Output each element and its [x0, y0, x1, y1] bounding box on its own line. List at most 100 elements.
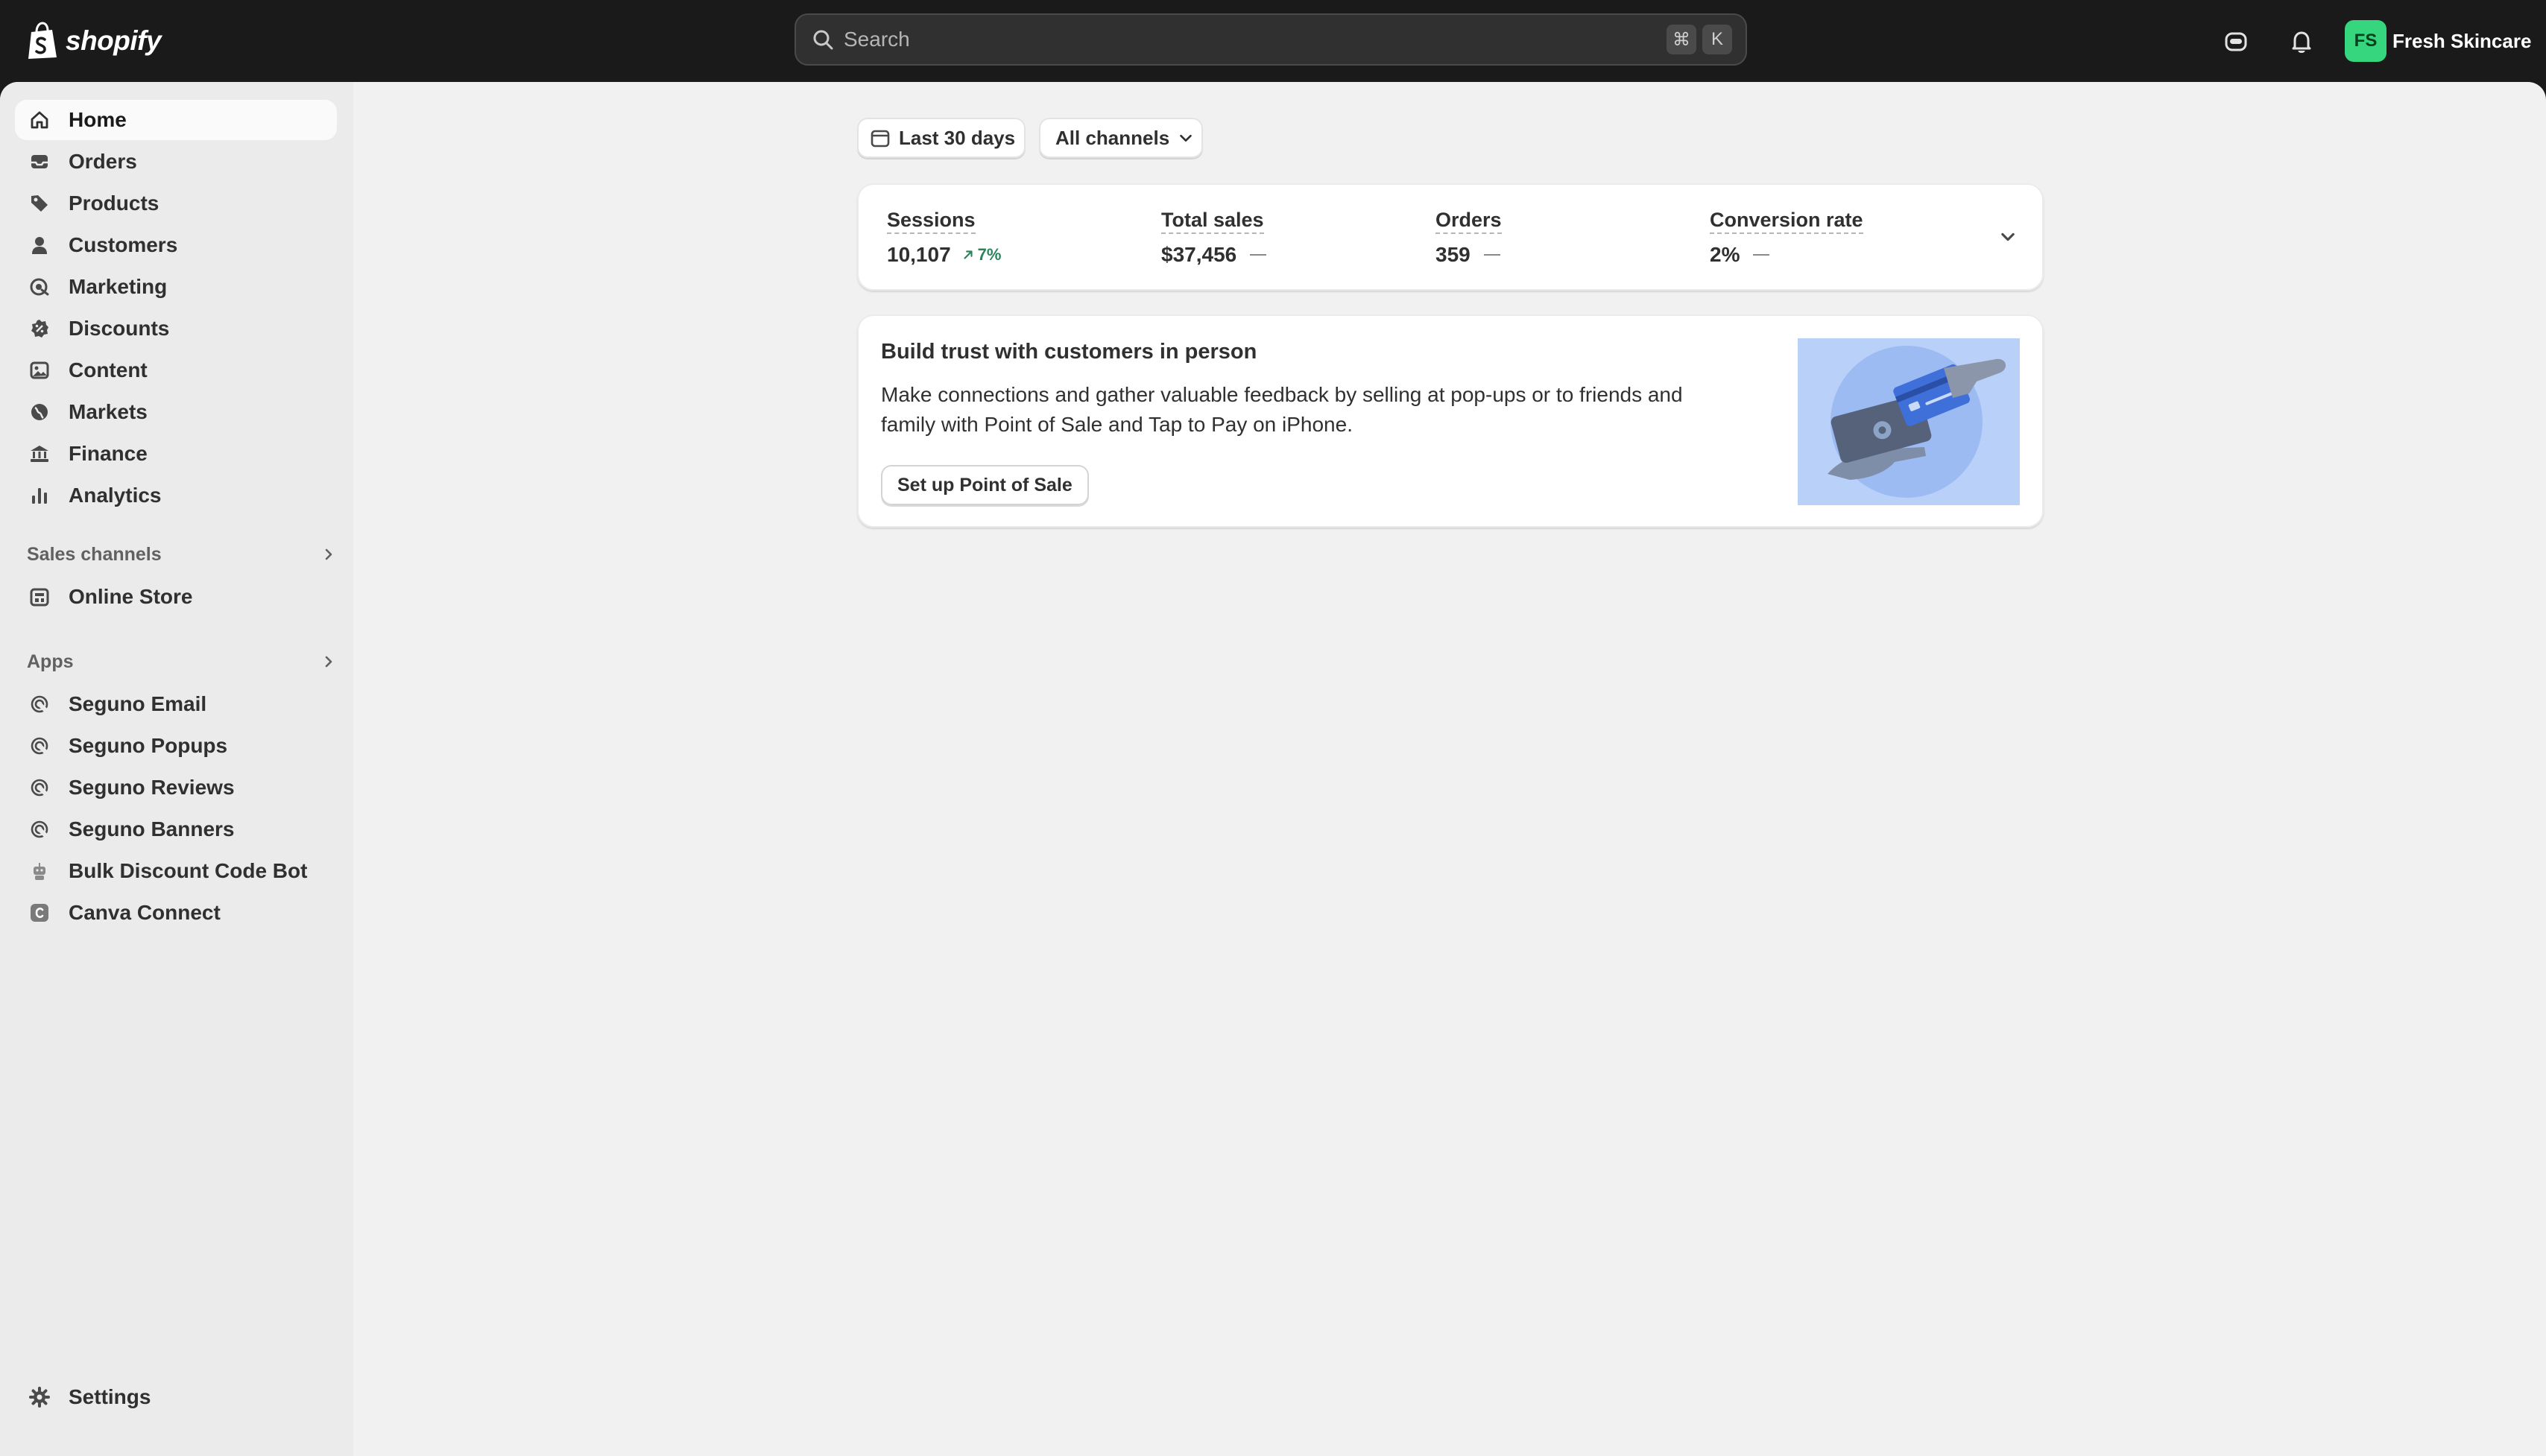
sidebar-item-label: Seguno Popups	[69, 734, 228, 757]
seguno-icon	[27, 691, 52, 717]
gear-icon	[27, 1384, 52, 1410]
sidebar-item-seguno-email[interactable]: Seguno Email	[15, 684, 337, 724]
sidebar-item-label: Content	[69, 358, 148, 382]
inbox-icon	[27, 149, 52, 174]
no-change-dash	[1753, 254, 1770, 256]
sidebar-item-label: Home	[69, 108, 127, 131]
canva-icon	[27, 900, 52, 925]
metric-label: Sessions	[887, 209, 976, 234]
chevron-right-icon	[325, 656, 332, 668]
sidebar-item-settings[interactable]: Settings	[15, 1377, 337, 1417]
sidebar-item-label: Canva Connect	[69, 901, 221, 924]
discount-icon	[27, 316, 52, 341]
chevron-down-icon	[1180, 134, 1192, 142]
sidebar-item-label: Finance	[69, 442, 148, 465]
sidebar-item-discounts[interactable]: Discounts	[15, 308, 337, 349]
tag-icon	[27, 191, 52, 216]
metric-value: 10,107	[887, 243, 951, 266]
sidebar-item-bulk-discount-code-bot[interactable]: Bulk Discount Code Bot	[15, 851, 337, 891]
sidebar-item-label: Products	[69, 192, 159, 215]
search-bar[interactable]: ⌘ K	[795, 13, 1747, 66]
channel-filter-label: All channels	[1055, 126, 1170, 149]
metric-total-sales[interactable]: Total sales $37,456	[1161, 209, 1267, 267]
metric-label: Conversion rate	[1710, 209, 1863, 234]
arrow-up-right-icon	[964, 250, 973, 259]
date-range-button[interactable]: Last 30 days	[857, 118, 1026, 158]
metric-delta-value: 7%	[977, 245, 1002, 264]
sidebar-item-label: Discounts	[69, 317, 170, 340]
avatar: FS	[2345, 20, 2387, 62]
calendar-icon	[871, 130, 890, 148]
seguno-icon	[27, 733, 52, 759]
sidebar: Home Orders Products Customers Marketing	[0, 82, 353, 1456]
metric-value: 359	[1435, 243, 1471, 266]
chevron-down-icon[interactable]	[1994, 224, 2021, 250]
channel-filter-button[interactable]: All channels	[1039, 118, 1203, 158]
store-menu-button[interactable]: FS Fresh Skincare	[2345, 19, 2531, 63]
no-change-dash	[1483, 254, 1500, 256]
metric-conversion-rate[interactable]: Conversion rate 2%	[1710, 209, 1863, 267]
date-range-label: Last 30 days	[899, 126, 1016, 149]
metric-sessions[interactable]: Sessions 10,107 7%	[887, 209, 1001, 267]
sidebar-item-customers[interactable]: Customers	[15, 225, 337, 265]
apps-label: Apps	[27, 651, 74, 672]
metric-label: Orders	[1435, 209, 1502, 234]
notifications-button[interactable]	[2285, 25, 2318, 58]
pos-illustration	[1798, 338, 2020, 505]
promo-title: Build trust with customers in person	[881, 340, 1257, 364]
sidebar-item-label: Bulk Discount Code Bot	[69, 859, 308, 882]
metric-label: Total sales	[1161, 209, 1264, 234]
admin-frame: Home Orders Products Customers Marketing	[0, 82, 2546, 1456]
set-up-pos-button[interactable]: Set up Point of Sale	[881, 465, 1089, 505]
sidebar-item-label: Online Store	[69, 585, 193, 608]
chevron-right-icon	[325, 548, 332, 560]
sidebar-item-label: Seguno Email	[69, 692, 207, 715]
sidebar-item-label: Marketing	[69, 275, 168, 298]
sidebar-item-label: Settings	[69, 1385, 151, 1408]
sidebar-item-home[interactable]: Home	[15, 100, 337, 140]
sidebar-item-label: Markets	[69, 400, 148, 423]
sidebar-item-label: Seguno Banners	[69, 817, 235, 841]
home-icon	[27, 107, 52, 133]
sales-channels-label: Sales channels	[27, 543, 162, 565]
top-bar: shopify ⌘ K FS Fresh Skincare	[0, 0, 2546, 82]
command-key-hint: ⌘	[1667, 25, 1696, 54]
metric-value: $37,456	[1161, 243, 1237, 266]
metric-delta: 7%	[961, 245, 1002, 265]
sidekick-icon	[2225, 32, 2247, 51]
sidebar-item-products[interactable]: Products	[15, 183, 337, 224]
seguno-icon	[27, 817, 52, 842]
sidebar-item-canva-connect[interactable]: Canva Connect	[15, 893, 337, 933]
robot-icon	[27, 858, 52, 884]
sidebar-item-markets[interactable]: Markets	[15, 392, 337, 432]
metric-value: 2%	[1710, 243, 1740, 266]
person-icon	[27, 232, 52, 258]
sidebar-item-label: Seguno Reviews	[69, 776, 235, 799]
seguno-icon	[27, 775, 52, 800]
globe-icon	[27, 399, 52, 425]
sidebar-item-content[interactable]: Content	[15, 350, 337, 390]
no-change-dash	[1250, 254, 1267, 256]
sidebar-item-orders[interactable]: Orders	[15, 142, 337, 182]
search-input[interactable]	[842, 27, 1667, 52]
metrics-summary-card: Sessions 10,107 7% Total sales $37,456 O…	[857, 183, 2044, 291]
sidebar-item-analytics[interactable]: Analytics	[15, 475, 337, 516]
shopify-wordmark: shopify	[66, 25, 162, 56]
sales-channels-heading[interactable]: Sales channels	[27, 539, 340, 569]
sidebar-item-seguno-popups[interactable]: Seguno Popups	[15, 726, 337, 766]
sidebar-item-marketing[interactable]: Marketing	[15, 267, 337, 307]
metric-orders[interactable]: Orders 359	[1435, 209, 1502, 267]
sidebar-item-seguno-banners[interactable]: Seguno Banners	[15, 809, 337, 849]
sidebar-item-online-store[interactable]: Online Store	[15, 577, 337, 617]
shopify-logo[interactable]: shopify	[25, 21, 162, 61]
apps-heading[interactable]: Apps	[27, 647, 340, 677]
store-icon	[27, 584, 52, 610]
shopify-bag-icon	[28, 22, 57, 59]
sidebar-item-seguno-reviews[interactable]: Seguno Reviews	[15, 767, 337, 808]
sidebar-item-finance[interactable]: Finance	[15, 434, 337, 474]
bell-icon	[2292, 31, 2311, 53]
sidebar-item-label: Customers	[69, 233, 178, 256]
bank-icon	[27, 441, 52, 466]
sidebar-item-label: Analytics	[69, 484, 162, 507]
sidekick-button[interactable]	[2220, 25, 2252, 58]
